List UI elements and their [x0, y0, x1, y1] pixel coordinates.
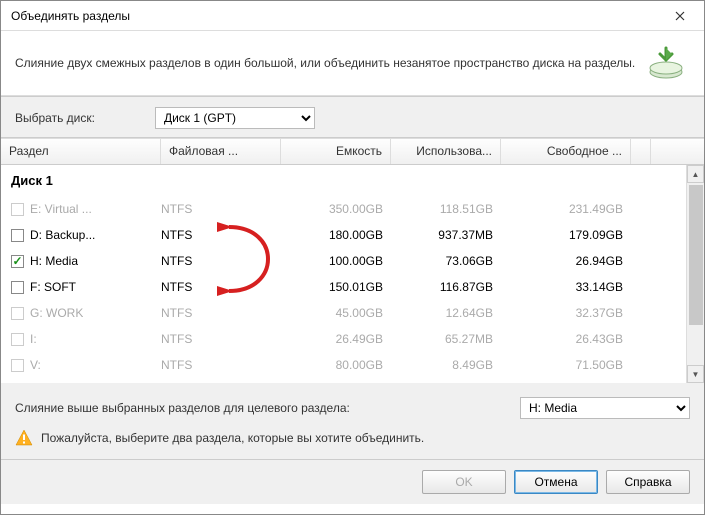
cell-cap: 26.49GB — [281, 332, 391, 346]
partition-name: G: WORK — [30, 306, 83, 320]
cancel-button[interactable]: Отмена — [514, 470, 598, 494]
disk-selector-label: Выбрать диск: — [15, 111, 95, 125]
cell-cap: 80.00GB — [281, 358, 391, 372]
warning-row: Пожалуйста, выберите два раздела, которы… — [1, 429, 704, 459]
target-row: Слияние выше выбранных разделов для целе… — [1, 383, 704, 429]
cell-fs: NTFS — [161, 306, 281, 320]
cell-fs: NTFS — [161, 228, 281, 242]
warning-text: Пожалуйста, выберите два раздела, которы… — [41, 431, 424, 445]
partition-name: D: Backup... — [30, 228, 95, 242]
description-text: Слияние двух смежных разделов в один бол… — [15, 54, 642, 72]
table-row: E: Virtual ... NTFS350.00GB118.51GB231.49… — [1, 196, 704, 222]
column-partition[interactable]: Раздел — [1, 139, 161, 164]
cell-fs: NTFS — [161, 332, 281, 346]
table-header: Раздел Файловая ... Емкость Использова..… — [1, 139, 704, 165]
ok-button[interactable]: OK — [422, 470, 506, 494]
cell-free: 33.14GB — [501, 280, 631, 294]
button-row: OK Отмена Справка — [1, 459, 704, 504]
target-select[interactable]: H: Media — [520, 397, 690, 419]
scroll-down-button[interactable]: ▼ — [687, 365, 704, 383]
column-filesystem[interactable]: Файловая ... — [161, 139, 281, 164]
cell-used: 65.27MB — [391, 332, 501, 346]
scroll-up-button[interactable]: ▲ — [687, 165, 704, 183]
cell-cap: 350.00GB — [281, 202, 391, 216]
cell-cap: 150.01GB — [281, 280, 391, 294]
table-row[interactable]: F: SOFT NTFS150.01GB116.87GB33.14GB — [1, 274, 704, 300]
column-free[interactable]: Свободное ... — [501, 139, 631, 164]
cell-used: 118.51GB — [391, 202, 501, 216]
row-checkbox[interactable] — [11, 255, 24, 268]
row-checkbox[interactable] — [11, 281, 24, 294]
table-body: Диск 1 E: Virtual ...NTFS350.00GB118.51G… — [1, 165, 704, 383]
disk-selector-row: Выбрать диск: Диск 1 (GPT) — [1, 97, 704, 138]
cell-free: 231.49GB — [501, 202, 631, 216]
row-checkbox — [11, 203, 24, 216]
cell-free: 179.09GB — [501, 228, 631, 242]
close-button[interactable] — [658, 2, 702, 30]
column-capacity[interactable]: Емкость — [281, 139, 391, 164]
description-area: Слияние двух смежных разделов в один бол… — [1, 31, 704, 96]
cell-free: 26.43GB — [501, 332, 631, 346]
partition-name: F: SOFT — [30, 280, 76, 294]
cell-used: 116.87GB — [391, 280, 501, 294]
warning-icon — [15, 429, 33, 447]
cell-fs: NTFS — [161, 254, 281, 268]
cell-cap: 45.00GB — [281, 306, 391, 320]
cell-free: 71.50GB — [501, 358, 631, 372]
row-checkbox — [11, 333, 24, 346]
cell-fs: NTFS — [161, 202, 281, 216]
partition-name: H: Media — [30, 254, 78, 268]
row-checkbox — [11, 359, 24, 372]
table-row[interactable]: D: Backup... NTFS180.00GB937.37MB179.09GB — [1, 222, 704, 248]
vertical-scrollbar[interactable]: ▲ ▼ — [686, 165, 704, 383]
partition-name: I: — [30, 332, 37, 346]
partition-name: V: — [30, 358, 41, 372]
table-row: V: NTFS80.00GB8.49GB71.50GB — [1, 352, 704, 378]
cell-used: 8.49GB — [391, 358, 501, 372]
close-icon — [675, 11, 685, 21]
cell-fs: NTFS — [161, 358, 281, 372]
row-checkbox[interactable] — [11, 229, 24, 242]
column-used[interactable]: Использова... — [391, 139, 501, 164]
cell-used: 73.06GB — [391, 254, 501, 268]
cell-used: 937.37MB — [391, 228, 501, 242]
titlebar: Объединять разделы — [1, 1, 704, 31]
help-button[interactable]: Справка — [606, 470, 690, 494]
merge-drives-icon — [642, 43, 690, 83]
window-title: Объединять разделы — [11, 9, 658, 23]
cell-free: 32.37GB — [501, 306, 631, 320]
table-row: I: NTFS26.49GB65.27MB26.43GB — [1, 326, 704, 352]
cell-cap: 100.00GB — [281, 254, 391, 268]
disk-group-header: Диск 1 — [1, 165, 704, 196]
disk-selector[interactable]: Диск 1 (GPT) — [155, 107, 315, 129]
cell-fs: NTFS — [161, 280, 281, 294]
cell-free: 26.94GB — [501, 254, 631, 268]
cell-used: 12.64GB — [391, 306, 501, 320]
table-row: G: WORK NTFS45.00GB12.64GB32.37GB — [1, 300, 704, 326]
partition-name: E: Virtual ... — [30, 202, 92, 216]
partition-table: Раздел Файловая ... Емкость Использова..… — [1, 138, 704, 383]
cell-cap: 180.00GB — [281, 228, 391, 242]
table-row[interactable]: H: Media NTFS100.00GB73.06GB26.94GB — [1, 248, 704, 274]
target-label: Слияние выше выбранных разделов для целе… — [15, 401, 520, 415]
row-checkbox — [11, 307, 24, 320]
scroll-thumb[interactable] — [689, 185, 703, 325]
